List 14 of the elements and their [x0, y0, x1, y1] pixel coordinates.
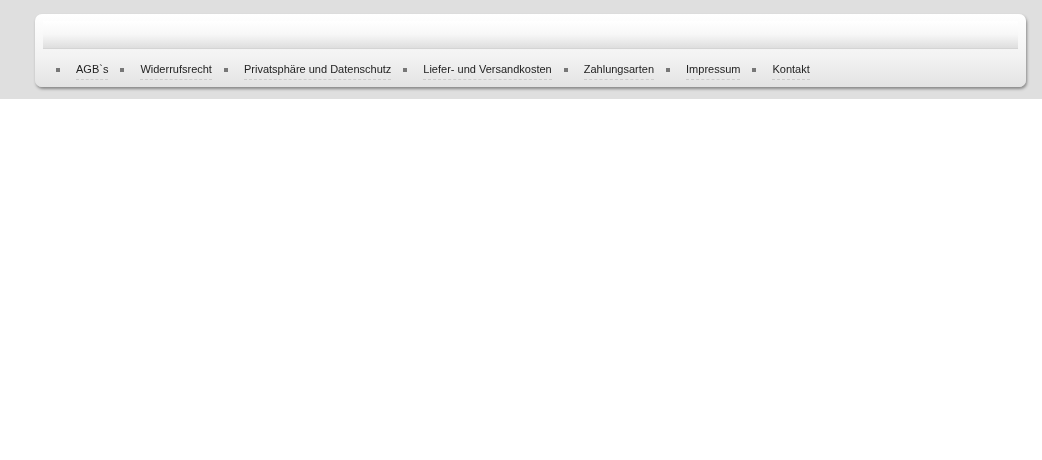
- bullet-icon: [120, 67, 125, 72]
- bullet-icon: [403, 67, 408, 72]
- footer-link[interactable]: Widerrufsrecht: [140, 63, 212, 80]
- footer-link[interactable]: Zahlungsarten: [583, 63, 655, 80]
- footer-link[interactable]: Liefer- und Versandkosten: [423, 63, 552, 80]
- bullet-icon: [563, 67, 568, 72]
- bullet-icon: [223, 67, 228, 72]
- footer-link[interactable]: AGB`s: [76, 63, 109, 80]
- bullet-icon: [666, 67, 671, 72]
- bullet-icon: [752, 67, 757, 72]
- footer-link[interactable]: Privatsphäre und Datenschutz: [243, 63, 392, 80]
- footer-link[interactable]: Impressum: [686, 63, 741, 80]
- bullet-icon: [56, 67, 60, 72]
- footer-link[interactable]: Kontakt: [772, 63, 810, 80]
